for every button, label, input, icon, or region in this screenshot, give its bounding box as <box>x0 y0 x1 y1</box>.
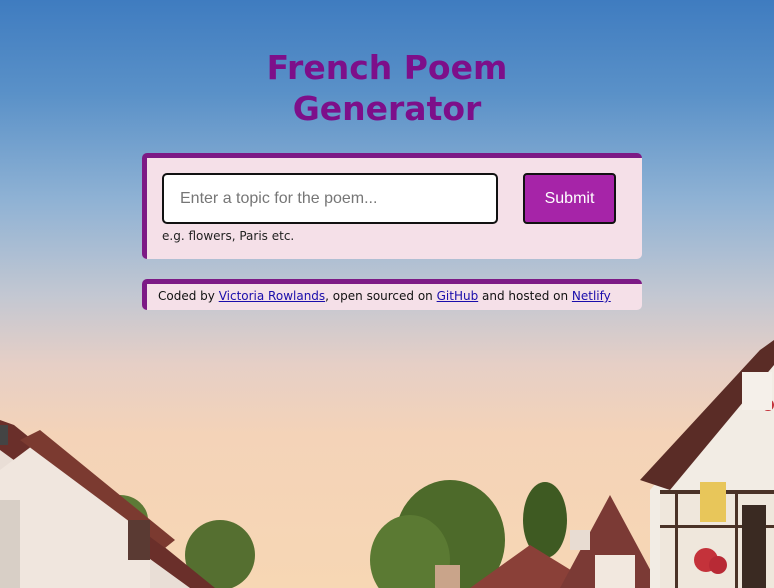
title-line-2: Generator <box>292 89 482 128</box>
credits-card: Coded by Victoria Rowlands, open sourced… <box>142 279 642 310</box>
netlify-link[interactable]: Netlify <box>572 289 611 303</box>
topic-input[interactable] <box>162 173 498 224</box>
author-link[interactable]: Victoria Rowlands <box>219 289 325 303</box>
poem-form-card: Submit e.g. flowers, Paris etc. <box>142 153 642 259</box>
coded-by-text: Coded by <box>158 289 219 303</box>
title-line-1: French Poem <box>266 48 508 87</box>
page-title: French Poem Generator <box>0 47 774 129</box>
github-link[interactable]: GitHub <box>437 289 479 303</box>
left-house <box>0 420 215 588</box>
hosted-on-text: and hosted on <box>478 289 572 303</box>
open-sourced-text: , open sourced on <box>325 289 437 303</box>
submit-button[interactable]: Submit <box>523 173 616 224</box>
page: French Poem Generator Submit e.g. flower… <box>0 0 774 588</box>
input-hint: e.g. flowers, Paris etc. <box>162 229 295 243</box>
right-house <box>640 340 774 588</box>
